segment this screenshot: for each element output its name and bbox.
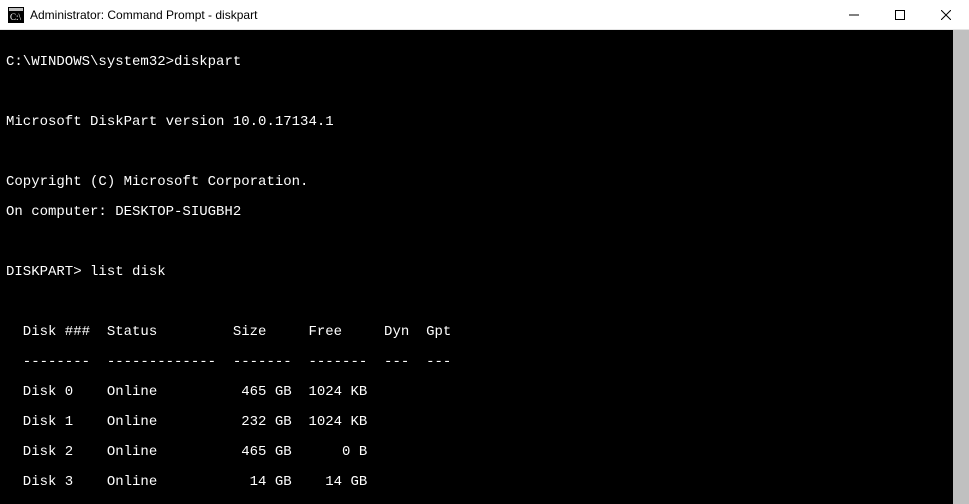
- window-controls: [831, 0, 969, 30]
- terminal-line: Copyright (C) Microsoft Corporation.: [6, 175, 969, 190]
- minimize-button[interactable]: [831, 0, 877, 30]
- terminal-line: Microsoft DiskPart version 10.0.17134.1: [6, 115, 969, 130]
- terminal-line: [6, 235, 969, 250]
- maximize-button[interactable]: [877, 0, 923, 30]
- terminal-line: [6, 295, 969, 310]
- terminal-area[interactable]: C:\WINDOWS\system32>diskpart Microsoft D…: [0, 30, 969, 504]
- terminal-line: On computer: DESKTOP-SIUGBH2: [6, 205, 969, 220]
- table-row: Disk 0 Online 465 GB 1024 KB: [6, 385, 969, 400]
- terminal-line: -------- ------------- ------- ------- -…: [6, 355, 969, 370]
- window-title: Administrator: Command Prompt - diskpart: [30, 8, 257, 22]
- table-row: Disk 3 Online 14 GB 14 GB: [6, 475, 969, 490]
- titlebar[interactable]: C:\ Administrator: Command Prompt - disk…: [0, 0, 969, 30]
- terminal-line: [6, 85, 969, 100]
- terminal-line: DISKPART> list disk: [6, 265, 969, 280]
- close-button[interactable]: [923, 0, 969, 30]
- cmd-icon: C:\: [8, 7, 24, 23]
- terminal-line: C:\WINDOWS\system32>diskpart: [6, 55, 969, 70]
- table-row: Disk 1 Online 232 GB 1024 KB: [6, 415, 969, 430]
- svg-text:C:\: C:\: [10, 12, 22, 22]
- vertical-scrollbar[interactable]: [953, 30, 969, 504]
- terminal-line: [6, 145, 969, 160]
- scrollbar-thumb[interactable]: [953, 30, 969, 504]
- terminal-line: Disk ### Status Size Free Dyn Gpt: [6, 325, 969, 340]
- table-row: Disk 2 Online 465 GB 0 B: [6, 445, 969, 460]
